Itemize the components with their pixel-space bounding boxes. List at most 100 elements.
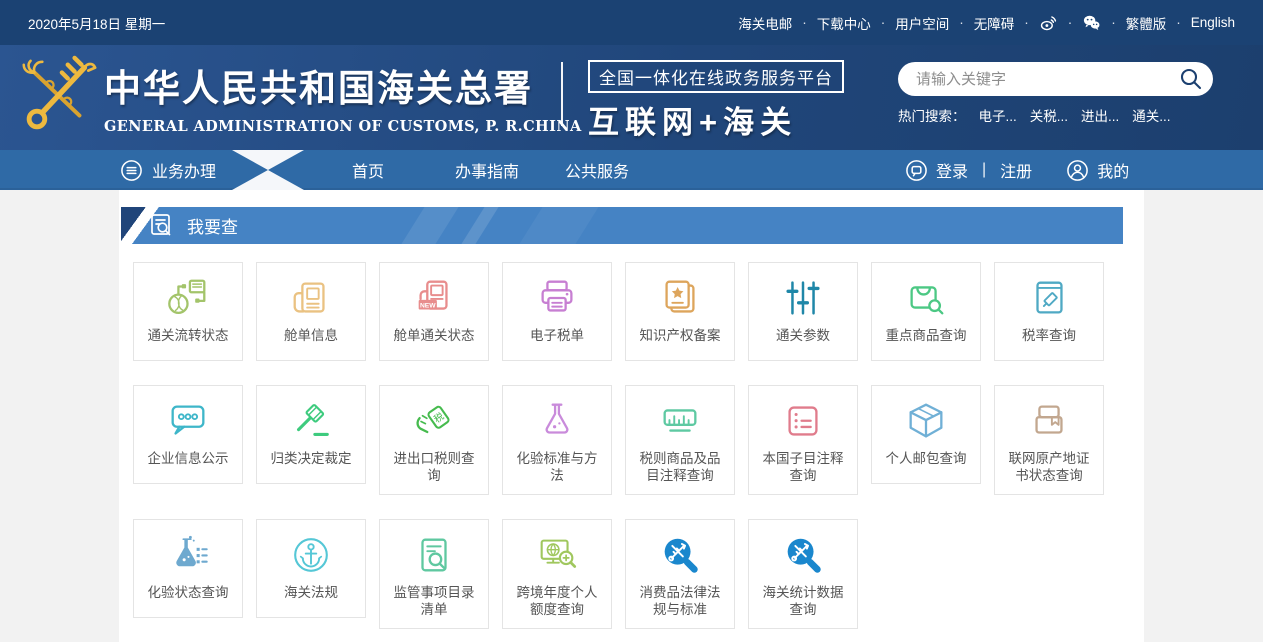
service-card[interactable]: 知识产权备案 [625,262,735,361]
weibo-icon[interactable] [1039,13,1058,32]
topbar-link-traditional-chinese[interactable]: 繁體版 [1126,13,1167,33]
ruler-icon [657,398,703,444]
service-card[interactable]: 化验状态查询 [133,519,243,618]
network-monitor-icon [165,275,211,321]
service-card[interactable]: 本国子目注释查询 [748,385,858,495]
service-card-label: 舱单信息 [284,327,338,344]
ip-record-icon [657,275,703,321]
service-card-label: 本国子目注释查询 [757,450,849,484]
site-title: 中华人民共和国海关总署 [104,58,582,112]
service-card-label: 跨境年度个人额度查询 [511,584,603,618]
service-card-label: 海关法规 [284,584,338,601]
service-card[interactable]: 通关参数 [748,262,858,361]
topbar-link-user-space[interactable]: 用户空间 [895,13,949,33]
register-link[interactable]: 注册 [1000,158,1032,182]
main-nav: 业务办理 首页 办事指南 公共服务 登录 | 注册 我的 [0,150,1263,190]
search-icon[interactable] [1179,67,1203,91]
my-account-link[interactable]: 我的 [1097,158,1129,182]
service-card[interactable]: 海关统计数据查询 [748,519,858,629]
service-card[interactable]: NEW舱单通关状态 [379,262,489,361]
manifest-doc-icon [288,275,334,321]
sliders-icon [780,275,826,321]
hot-search-term[interactable]: 进出... [1081,105,1119,125]
service-card[interactable]: 监管事项目录清单 [379,519,489,629]
platform-badge: 全国一体化在线政务服务平台 [588,60,844,93]
clipboard-search-icon [411,532,457,578]
hamburger-circle-icon [120,159,143,182]
service-card[interactable]: 舱单信息 [256,262,366,361]
service-card-label: 化验状态查询 [148,584,229,601]
flask-icon [534,398,580,444]
topbar-link-customs-mail[interactable]: 海关电邮 [738,13,792,33]
wechat-icon[interactable] [1082,13,1101,32]
service-card-label: 电子税单 [530,327,584,344]
service-card-label: 税率查询 [1022,327,1076,344]
header-divider [561,62,563,126]
site-subtitle: GENERAL ADMINISTRATION OF CUSTOMS, P. R.… [104,118,582,135]
nav-account: 登录 | 注册 我的 [905,150,1129,190]
service-card[interactable]: 重点商品查询 [871,262,981,361]
separator: · [959,15,964,30]
service-card-label: 消费品法律法规与标准 [634,584,726,618]
stripe-decoration [519,207,598,244]
nav-item-guide[interactable]: 办事指南 [455,150,519,190]
platform-name: 互联网+海关 [588,97,844,142]
hot-search: 热门搜索： 电子... 关税... 进出... 通关... [898,105,1213,125]
section-header-i-want-to-query: 我要查 [121,207,1123,244]
hot-search-label: 热门搜索： [898,105,966,125]
service-card[interactable]: 税进出口税则查询 [379,385,489,495]
package-icon [903,398,949,444]
service-card[interactable]: 税则商品及品目注释查询 [625,385,735,495]
date-display: 2020年5月18日 星期一 [28,13,165,33]
service-card[interactable]: 跨境年度个人额度查询 [502,519,612,629]
service-card-label: 企业信息公示 [148,450,229,467]
separator: · [1024,15,1029,30]
customs-logo-icon [13,53,101,141]
site-header: 中华人民共和国海关总署 GENERAL ADMINISTRATION OF CU… [0,45,1263,150]
topbar-link-english[interactable]: English [1191,15,1235,30]
service-card[interactable]: 消费品法律法规与标准 [625,519,735,629]
service-grid: 通关流转状态舱单信息 NEW舱单通关状态电子税单 知识产权备案 通关参数 重点商品查询税… [133,262,1144,629]
brand-block: 中华人民共和国海关总署 GENERAL ADMINISTRATION OF CU… [104,58,582,135]
service-card[interactable]: 通关流转状态 [133,262,243,361]
business-menu-label: 业务办理 [152,158,216,182]
hot-search-term[interactable]: 关税... [1030,105,1068,125]
service-card[interactable]: 税率查询 [994,262,1104,361]
nav-item-public-service[interactable]: 公共服务 [565,150,629,190]
service-card[interactable]: 化验标准与方法 [502,385,612,495]
service-card[interactable]: 企业信息公示 [133,385,243,484]
service-card-label: 税则商品及品目注释查询 [634,450,726,484]
gavel-icon [288,398,334,444]
topbar-link-accessibility[interactable]: 无障碍 [974,13,1015,33]
service-card-label: 通关参数 [776,327,830,344]
platform-block: 全国一体化在线政务服务平台 互联网+海关 [588,60,844,142]
separator: · [802,15,807,30]
login-link[interactable]: 登录 [936,158,968,182]
person-circle-icon [1066,159,1089,182]
service-card[interactable]: 个人邮包查询 [871,385,981,484]
nav-active-marker [232,150,304,190]
separator: · [1068,15,1073,30]
chat-circle-icon [905,159,928,182]
topbar-link-download-center[interactable]: 下载中心 [817,13,871,33]
search-box [898,62,1213,96]
speech-dots-icon [165,398,211,444]
service-card[interactable]: 归类决定裁定 [256,385,366,484]
flask-list-icon [165,532,211,578]
nav-item-home[interactable]: 首页 [352,150,384,190]
stripe-decoration [401,207,458,244]
certificate-box-icon [1026,398,1072,444]
service-card-label: 联网原产地证书状态查询 [1003,450,1095,484]
hot-search-term[interactable]: 电子... [979,105,1017,125]
service-card-label: 进出口税则查询 [388,450,480,484]
hot-search-term[interactable]: 通关... [1132,105,1170,125]
service-card[interactable]: 联网原产地证书状态查询 [994,385,1104,495]
search-input[interactable] [898,71,1213,88]
service-card[interactable]: 电子税单 [502,262,612,361]
service-card-label: 知识产权备案 [640,327,721,344]
service-card[interactable]: 海关法规 [256,519,366,618]
service-card-label: 归类决定裁定 [271,450,352,467]
business-menu-button[interactable]: 业务办理 [120,150,216,190]
topbar: 2020年5月18日 星期一 海关电邮 · 下载中心 · 用户空间 · 无障碍 … [0,0,1263,45]
separator: · [1176,15,1181,30]
